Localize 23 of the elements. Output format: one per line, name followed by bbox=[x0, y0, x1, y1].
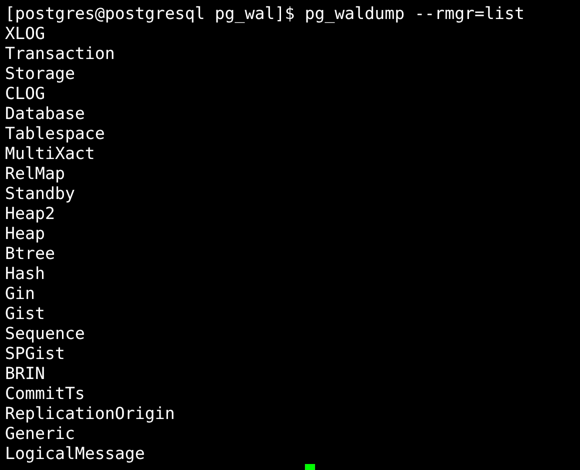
output-line: Database bbox=[5, 104, 86, 124]
output-line: Sequence bbox=[5, 324, 86, 344]
output-line: Gin bbox=[5, 284, 36, 304]
output-line: Standby bbox=[5, 184, 76, 204]
output-line: CLOG bbox=[5, 84, 46, 104]
output-line: Storage bbox=[5, 64, 76, 84]
output-line: ReplicationOrigin bbox=[5, 404, 176, 424]
output-line: Heap2 bbox=[5, 204, 56, 224]
output-line: Generic bbox=[5, 424, 76, 444]
output-line: Tablespace bbox=[5, 124, 106, 144]
output-line: RelMap bbox=[5, 164, 66, 184]
output-line: MultiXact bbox=[5, 144, 96, 164]
output-line: Transaction bbox=[5, 44, 116, 64]
output-line: BRIN bbox=[5, 364, 46, 384]
command-line: [postgres@postgresql pg_wal]$ pg_waldump --rmgr=list bbox=[5, 4, 526, 24]
output-line: Hash bbox=[5, 264, 46, 284]
output-line: Gist bbox=[5, 304, 46, 324]
output-line: LogicalMessage bbox=[5, 444, 146, 464]
output-line: CommitTs bbox=[5, 384, 86, 404]
output-line: SPGist bbox=[5, 344, 66, 364]
output-line: Heap bbox=[5, 224, 46, 244]
output-line: XLOG bbox=[5, 24, 46, 44]
output-line: Btree bbox=[5, 244, 56, 264]
